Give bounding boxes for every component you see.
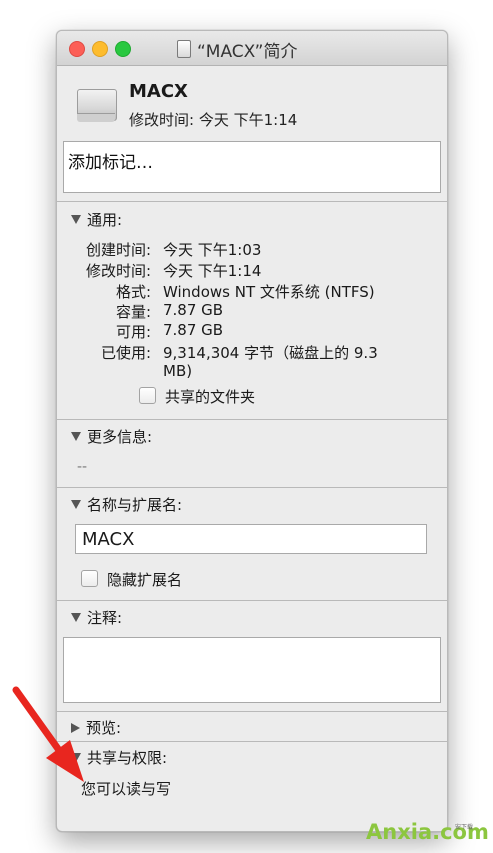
watermark-tagline: 安下载 [455,824,474,831]
annotation-arrow-icon [12,686,84,782]
